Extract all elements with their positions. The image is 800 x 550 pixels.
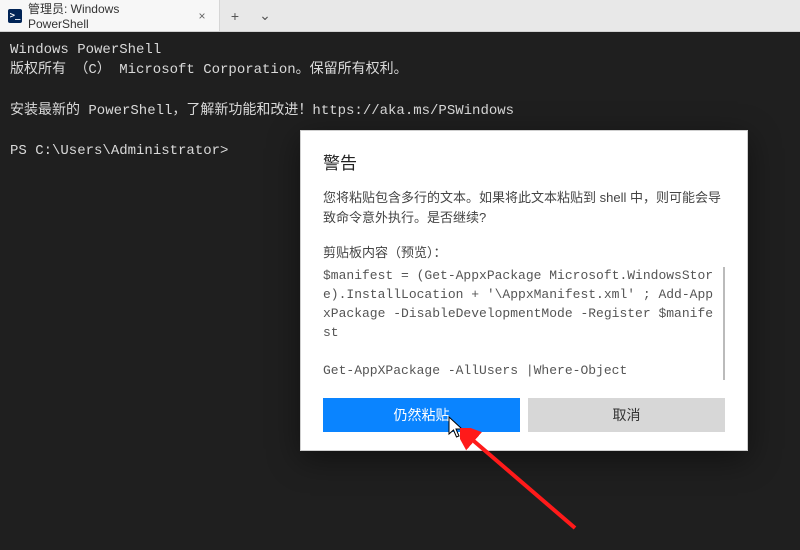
terminal-line: 版权所有 （C） Microsoft Corporation。保留所有权利。 xyxy=(10,62,408,78)
cancel-button[interactable]: 取消 xyxy=(528,398,725,432)
titlebar: >_ 管理员: Windows PowerShell × + ⌄ xyxy=(0,0,800,32)
clipboard-preview: $manifest = (Get-AppxPackage Microsoft.W… xyxy=(323,267,725,380)
tab-title: 管理员: Windows PowerShell xyxy=(28,0,183,31)
dialog-title: 警告 xyxy=(323,149,725,174)
tab-actions: + ⌄ xyxy=(220,0,280,31)
new-tab-button[interactable]: + xyxy=(220,0,250,32)
paste-anyway-button[interactable]: 仍然粘贴 xyxy=(323,398,520,432)
paste-warning-dialog: 警告 您将粘贴包含多行的文本。如果将此文本粘贴到 shell 中，则可能会导致命… xyxy=(300,130,748,451)
dialog-buttons: 仍然粘贴 取消 xyxy=(323,398,725,432)
terminal-prompt: PS C:\Users\Administrator> xyxy=(10,143,228,159)
tab-close-icon[interactable]: × xyxy=(195,9,209,23)
terminal-line: Windows PowerShell xyxy=(10,42,161,58)
clipboard-preview-label: 剪贴板内容（预览）： xyxy=(323,242,725,261)
powershell-icon: >_ xyxy=(8,9,22,23)
tab-powershell[interactable]: >_ 管理员: Windows PowerShell × xyxy=(0,0,220,31)
terminal-line: 安装最新的 PowerShell，了解新功能和改进！https://aka.ms… xyxy=(10,103,514,119)
tab-dropdown-button[interactable]: ⌄ xyxy=(250,0,280,32)
dialog-message: 您将粘贴包含多行的文本。如果将此文本粘贴到 shell 中，则可能会导致命令意外… xyxy=(323,188,725,228)
